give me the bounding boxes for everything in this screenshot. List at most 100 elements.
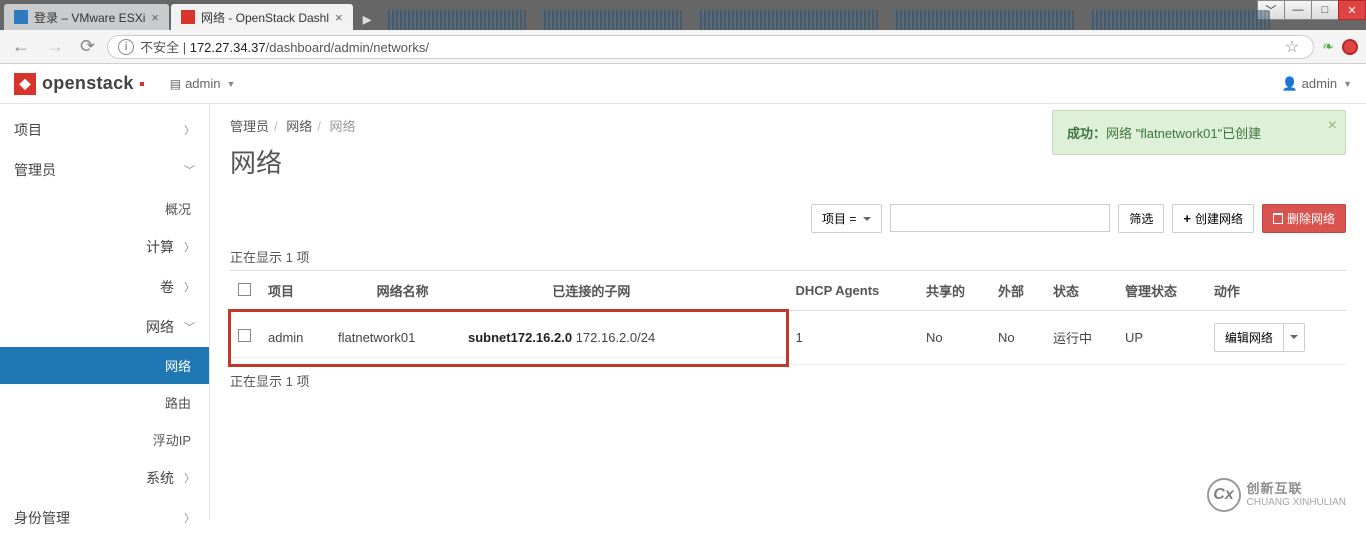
tab-close-icon[interactable]: × (335, 10, 343, 25)
col-admin-state[interactable]: 管理状态 (1117, 271, 1206, 311)
back-button[interactable]: ← (8, 36, 34, 57)
button-label: 编辑网络 (1225, 329, 1273, 346)
row-actions-dropdown[interactable] (1284, 323, 1305, 352)
obscured-tab[interactable] (1090, 10, 1270, 30)
reload-button[interactable]: ⟳ (76, 36, 99, 57)
browser-tab-inactive[interactable]: 登录 – VMware ESXi × (4, 4, 169, 30)
watermark-logo-icon: Cx (1207, 478, 1241, 512)
col-subnets[interactable]: 已连接的子网 (544, 271, 787, 311)
sidebar-label: 网络 (165, 356, 191, 375)
caret-down-icon: ▼ (1343, 79, 1352, 89)
chevron-right-icon: 〉 (184, 279, 195, 295)
list-icon: ▤ (170, 77, 181, 91)
row-count-top: 正在显示 1 项 (230, 247, 1346, 266)
breadcrumb-admin[interactable]: 管理员 (230, 119, 269, 134)
subnet-name: subnet172.16.2.0 (468, 330, 572, 345)
obscured-tab[interactable] (386, 10, 526, 30)
sidebar-item-identity[interactable]: 身份管理〉 (0, 498, 209, 538)
alert-text: 网络 "flatnetwork01"已创建 (1106, 126, 1261, 141)
obscured-tab[interactable] (894, 10, 1074, 30)
browser-tab-strip: 登录 – VMware ESXi × 网络 - OpenStack Dashl … (0, 0, 1366, 30)
sidebar-item-routers[interactable]: 路由 (0, 384, 209, 421)
obscured-tab[interactable] (542, 10, 682, 30)
sidebar-label: 项目 (14, 120, 42, 140)
browser-tab-active[interactable]: 网络 - OpenStack Dashl × (171, 4, 353, 30)
chevron-right-icon: 〉 (184, 470, 195, 486)
delete-network-button[interactable]: 删除网络 (1262, 204, 1346, 233)
col-external[interactable]: 外部 (990, 271, 1045, 311)
bookmark-star-icon[interactable]: ☆ (1281, 37, 1303, 57)
content-panel: 成功：网络 "flatnetwork01"已创建 × 管理员/ 网络/ 网络 网… (210, 104, 1366, 520)
user-name: admin (1302, 76, 1337, 91)
extension-icon[interactable]: ❧ (1322, 38, 1334, 55)
alert-close-icon[interactable]: × (1328, 117, 1337, 135)
button-label: 筛选 (1129, 210, 1153, 227)
filter-button[interactable]: 筛选 (1118, 204, 1164, 233)
row-count-bottom: 正在显示 1 项 (230, 371, 1346, 390)
cell-network-name[interactable]: flatnetwork01 (330, 317, 460, 358)
user-icon: 👤 (1281, 76, 1297, 92)
forward-button[interactable]: → (42, 36, 68, 57)
col-shared[interactable]: 共享的 (918, 271, 990, 311)
sidebar-label: 路由 (165, 393, 191, 412)
sidebar-label: 身份管理 (14, 508, 70, 528)
url-text: 不安全 | 172.27.34.37/dashboard/admin/netwo… (140, 37, 429, 56)
breadcrumb-current: 网络 (330, 119, 356, 134)
project-switcher[interactable]: ▤ admin ▼ (170, 76, 236, 91)
sidebar-item-compute[interactable]: 计算〉 (0, 227, 209, 267)
window-minimize-button[interactable]: — (1284, 0, 1312, 20)
cell-actions: 编辑网络 (1206, 311, 1346, 365)
plus-icon: + (1183, 211, 1191, 226)
cell-external: No (990, 311, 1045, 365)
create-network-button[interactable]: + 创建网络 (1172, 204, 1254, 233)
window-maximize-button[interactable]: □ (1311, 0, 1339, 20)
sidebar-item-admin[interactable]: 管理员 ﹀ (0, 150, 209, 190)
user-menu[interactable]: 👤 admin ▼ (1281, 76, 1352, 92)
sidebar-item-volume[interactable]: 卷〉 (0, 267, 209, 307)
tab-close-icon[interactable]: × (151, 10, 159, 25)
chevron-down-icon: ﹀ (184, 319, 195, 335)
address-bar[interactable]: i 不安全 | 172.27.34.37/dashboard/admin/net… (107, 35, 1314, 59)
sidebar-label: 管理员 (14, 160, 56, 180)
table-toolbar: 项目 = 筛选 + 创建网络 删除网络 (230, 204, 1346, 233)
sidebar-label: 计算 (24, 237, 184, 257)
tab-title: 登录 – VMware ESXi (34, 9, 145, 26)
brand-dot-icon (140, 82, 144, 86)
button-label: 创建网络 (1195, 210, 1243, 227)
obscured-tab[interactable] (698, 10, 878, 30)
subnet-cidr: 172.16.2.0/24 (576, 330, 656, 345)
button-label: 项目 = (822, 210, 856, 227)
select-all-checkbox[interactable] (238, 283, 251, 296)
sidebar-item-overview[interactable]: 概况 (0, 190, 209, 227)
cell-project: admin (260, 317, 330, 358)
project-filter-dropdown[interactable]: 项目 = (811, 204, 882, 233)
col-name[interactable]: 网络名称 (369, 271, 545, 311)
col-project[interactable]: 项目 (260, 271, 369, 311)
cell-shared: No (918, 311, 990, 365)
sidebar-item-project[interactable]: 项目〉 (0, 110, 209, 150)
sidebar-label: 浮动IP (153, 430, 191, 449)
filter-input[interactable] (890, 204, 1110, 232)
cell-status: 运行中 (1045, 311, 1117, 365)
col-actions: 动作 (1206, 271, 1346, 311)
col-status[interactable]: 状态 (1045, 271, 1117, 311)
extension-icon[interactable] (1342, 39, 1358, 55)
row-checkbox[interactable] (238, 329, 251, 342)
chevron-right-icon: 〉 (184, 239, 195, 255)
project-name: admin (185, 76, 220, 91)
sidebar-item-system[interactable]: 系统〉 (0, 458, 209, 498)
sidebar-item-networks[interactable]: 网络 (0, 347, 209, 384)
breadcrumb-network[interactable]: 网络 (286, 119, 312, 134)
brand-logo[interactable]: ◆ openstack (14, 73, 144, 95)
button-label: 删除网络 (1287, 210, 1335, 227)
chevron-down-icon: ﹀ (184, 162, 195, 178)
col-dhcp[interactable]: DHCP Agents (787, 271, 918, 311)
sidebar-item-network-group[interactable]: 网络﹀ (0, 307, 209, 347)
sidebar-item-floating-ip[interactable]: 浮动IP (0, 421, 209, 458)
window-close-button[interactable]: ✕ (1338, 0, 1366, 20)
new-tab-button[interactable]: ▸ (355, 9, 380, 30)
dashboard-topbar: ◆ openstack ▤ admin ▼ 👤 admin ▼ (0, 64, 1366, 104)
edit-network-button[interactable]: 编辑网络 (1214, 323, 1284, 352)
cell-dhcp: 1 (787, 311, 918, 365)
site-info-icon[interactable]: i (118, 39, 134, 55)
